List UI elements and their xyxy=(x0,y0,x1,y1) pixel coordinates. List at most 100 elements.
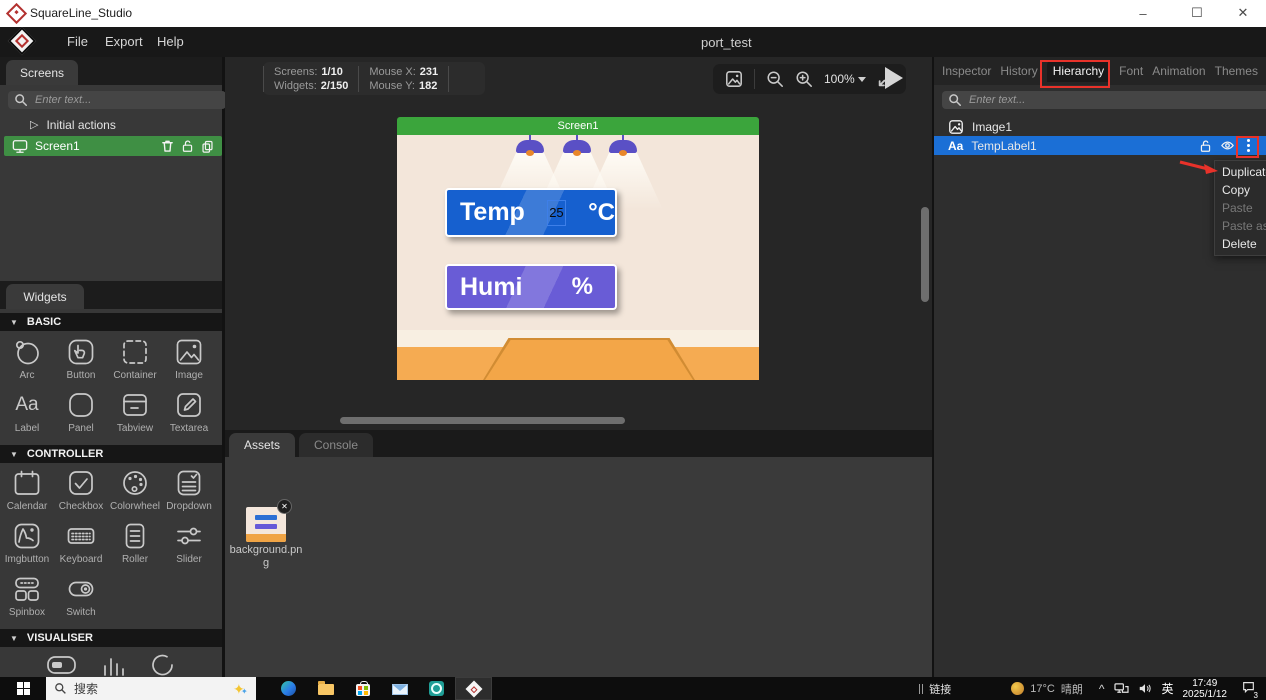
delete-screen-icon[interactable] xyxy=(161,139,174,153)
duplicate-screen-icon[interactable] xyxy=(201,139,214,153)
unlock-icon[interactable] xyxy=(1199,139,1212,153)
tab-inspector[interactable]: Inspector xyxy=(942,64,991,78)
widget-panel[interactable]: Panel xyxy=(54,387,108,434)
widget-spinbox[interactable]: Spinbox xyxy=(0,571,54,618)
section-visualiser[interactable]: ▼ VISUALISER xyxy=(0,629,222,647)
taskbar-clock[interactable]: 17:49 2025/1/12 xyxy=(1183,678,1228,700)
screens-search[interactable] xyxy=(8,91,226,109)
tab-animation[interactable]: Animation xyxy=(1152,64,1205,78)
zoom-level-select[interactable]: 100% xyxy=(824,72,866,86)
widget-keyboard[interactable]: Keyboard xyxy=(54,518,108,565)
menu-copy[interactable]: Copy xyxy=(1215,181,1266,199)
annotation-box-hierarchy xyxy=(1040,60,1110,88)
widget-colorwheel[interactable]: Colorwheel xyxy=(108,465,162,512)
taskbar-media-icon[interactable] xyxy=(418,677,455,700)
tab-console[interactable]: Console xyxy=(299,433,373,457)
caret-down-icon xyxy=(858,77,866,82)
humi-panel[interactable]: Humi % xyxy=(445,264,617,310)
section-controller-label: CONTROLLER xyxy=(27,448,103,460)
hierarchy-search[interactable] xyxy=(942,91,1266,109)
menu-help[interactable]: Help xyxy=(157,34,184,49)
copilot-spark-icon[interactable]: ✦✦ xyxy=(232,681,248,697)
slider-icon xyxy=(174,521,204,551)
hierarchy-context-menu: Duplicate Copy Paste Paste as c Delete xyxy=(1214,160,1266,256)
widget-label-widget[interactable]: Aa Label xyxy=(0,387,54,434)
arc-icon xyxy=(12,337,42,367)
vertical-scrollbar[interactable] xyxy=(921,207,929,302)
image-icon xyxy=(174,337,204,367)
menu-export[interactable]: Export xyxy=(105,34,143,49)
play-button[interactable] xyxy=(885,67,903,89)
network-icon[interactable] xyxy=(1114,682,1129,695)
eye-icon[interactable] xyxy=(1220,139,1235,152)
mouse-y-value: 182 xyxy=(419,80,437,92)
widget-checkbox[interactable]: Checkbox xyxy=(54,465,108,512)
bar-icon[interactable] xyxy=(46,652,78,677)
tab-themes[interactable]: Themes xyxy=(1215,64,1258,78)
widget-dropdown[interactable]: Dropdown xyxy=(162,465,216,512)
widget-label: Textarea xyxy=(170,423,208,434)
show-hidden-icons-chevron[interactable]: ^ xyxy=(1099,682,1105,696)
action-center-icon[interactable]: 3 xyxy=(1241,680,1256,697)
horizontal-scrollbar[interactable] xyxy=(340,417,625,424)
links-toolbar-label[interactable]: 链接 xyxy=(929,681,951,697)
minimize-button[interactable]: – xyxy=(1120,0,1166,26)
taskbar-edge-icon[interactable] xyxy=(270,677,307,700)
screen-header[interactable]: Screen1 xyxy=(397,117,759,135)
tab-history[interactable]: History xyxy=(1000,64,1037,78)
section-controller[interactable]: ▼ CONTROLLER xyxy=(0,445,222,463)
mouse-x-value: 231 xyxy=(420,66,438,78)
taskbar-search[interactable]: 搜索 ✦✦ xyxy=(46,677,256,700)
widget-label: Tabview xyxy=(117,423,153,434)
taskbar-explorer-icon[interactable] xyxy=(307,677,344,700)
tab-screens[interactable]: Screens xyxy=(6,60,78,85)
widget-button[interactable]: Button xyxy=(54,334,108,381)
widgets-count-value: 2/150 xyxy=(321,80,349,92)
widget-label: Container xyxy=(113,370,156,381)
widget-switch[interactable]: Switch xyxy=(54,571,108,618)
background-image-icon[interactable] xyxy=(725,70,743,88)
widget-roller[interactable]: Roller xyxy=(108,518,162,565)
taskbar-squareline-icon[interactable] xyxy=(455,677,492,700)
maximize-button[interactable]: ☐ xyxy=(1174,0,1220,26)
zoom-out-icon[interactable] xyxy=(766,70,784,88)
ime-language-indicator[interactable]: 英 xyxy=(1161,680,1173,697)
tab-font[interactable]: Font xyxy=(1119,64,1143,78)
close-button[interactable]: ✕ xyxy=(1220,0,1266,26)
search-icon xyxy=(948,93,962,107)
tab-assets[interactable]: Assets xyxy=(229,433,295,457)
widget-imgbutton[interactable]: Imgbutton xyxy=(0,518,54,565)
taskbar-store-icon[interactable] xyxy=(344,677,381,700)
design-canvas[interactable]: Temp 25 °C Humi % xyxy=(397,135,759,380)
hierarchy-item-templabel1[interactable]: Aa TempLabel1 xyxy=(934,136,1266,155)
start-button[interactable] xyxy=(0,677,46,700)
taskbar-mail-icon[interactable] xyxy=(381,677,418,700)
widget-arc[interactable]: Arc xyxy=(0,334,54,381)
widget-textarea[interactable]: Textarea xyxy=(162,387,216,434)
screens-search-input[interactable] xyxy=(33,93,220,107)
widget-tabview[interactable]: Tabview xyxy=(108,387,162,434)
menu-delete[interactable]: Delete xyxy=(1215,235,1266,253)
widget-image[interactable]: Image xyxy=(162,334,216,381)
chart-icon[interactable] xyxy=(100,652,128,677)
volume-icon[interactable] xyxy=(1138,682,1152,695)
temp-panel[interactable]: Temp 25 °C xyxy=(445,188,617,237)
temp-value-selected[interactable]: 25 xyxy=(547,200,566,226)
hierarchy-search-input[interactable] xyxy=(967,93,1264,107)
initial-actions-row[interactable]: ▷ Initial actions xyxy=(0,115,222,134)
weather-widget[interactable]: 17°C 晴朗 xyxy=(1011,681,1083,697)
section-basic[interactable]: ▼ BASIC xyxy=(0,313,222,331)
hierarchy-item-image1[interactable]: Image1 xyxy=(934,117,1266,136)
tab-widgets[interactable]: Widgets xyxy=(6,284,84,309)
widget-slider[interactable]: Slider xyxy=(162,518,216,565)
unlock-icon[interactable] xyxy=(181,139,194,153)
screen-list-item[interactable]: Screen1 xyxy=(4,136,222,156)
menu-file[interactable]: File xyxy=(67,34,88,49)
asset-remove-icon[interactable]: ✕ xyxy=(277,499,292,514)
zoom-in-icon[interactable] xyxy=(795,70,813,88)
spinner-icon[interactable] xyxy=(150,652,176,677)
menu-duplicate[interactable]: Duplicate xyxy=(1215,163,1266,181)
widget-calendar[interactable]: Calendar xyxy=(0,465,54,512)
right-panel: Inspector History Hierarchy Font Animati… xyxy=(932,57,1266,677)
widget-container[interactable]: Container xyxy=(108,334,162,381)
